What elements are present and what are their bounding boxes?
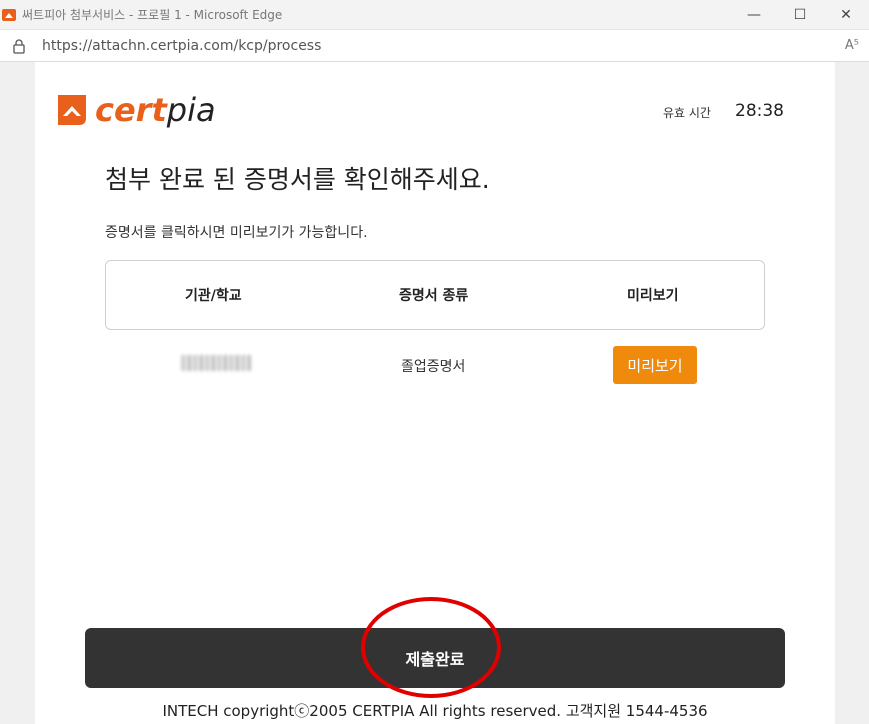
page-title: 첨부 완료 된 증명서를 확인해주세요. — [105, 165, 490, 194]
maximize-icon: ☐ — [793, 6, 807, 23]
certpia-logo-icon — [58, 95, 86, 125]
read-aloud-icon[interactable]: A⁵ — [845, 38, 859, 53]
certpia-app-icon — [2, 8, 16, 21]
window-title: 써트피아 첨부서비스 - 프로필 1 - Microsoft Edge — [22, 8, 283, 22]
lock-icon — [13, 38, 25, 54]
footer-copyright: INTECH copyrightⓒ2005 CERTPIA All rights… — [162, 702, 708, 720]
page-content: certpia 유효 시간 28:38 첨부 완료 된 증명서를 확인해주세요.… — [35, 62, 835, 724]
logo-text-pia: pia — [166, 91, 216, 129]
column-header-cert-type: 증명서 종류 — [399, 288, 469, 304]
url-field[interactable]: https://attachn.certpia.com/kcp/process — [42, 38, 845, 54]
certpia-logo: certpia — [55, 92, 216, 128]
column-header-institution: 기관/학교 — [185, 288, 242, 304]
close-button[interactable]: ✕ — [823, 0, 869, 29]
close-icon: ✕ — [840, 6, 852, 23]
table-row: 졸업증명서 미리보기 — [105, 344, 765, 386]
logo-text-cert: cert — [95, 91, 167, 129]
validity-label: 유효 시간 — [663, 106, 711, 120]
validity-timer: 28:38 — [735, 101, 784, 121]
minimize-icon: — — [747, 6, 761, 23]
page-side-gutter — [835, 62, 869, 724]
maximize-button[interactable]: ☐ — [777, 0, 823, 29]
address-bar: https://attachn.certpia.com/kcp/process … — [0, 29, 869, 62]
column-header-preview: 미리보기 — [627, 288, 679, 304]
highlight-circle-annotation — [361, 597, 501, 698]
preview-button[interactable]: 미리보기 — [613, 346, 697, 384]
window-titlebar: 써트피아 첨부서비스 - 프로필 1 - Microsoft Edge — ☐ … — [0, 0, 869, 29]
table-header: 기관/학교 증명서 종류 미리보기 — [105, 260, 765, 330]
minimize-button[interactable]: — — [731, 0, 777, 29]
cert-type-cell[interactable]: 졸업증명서 — [401, 356, 465, 376]
redacted-institution-name — [181, 355, 251, 371]
instruction-text: 증명서를 클릭하시면 미리보기가 가능합니다. — [105, 225, 368, 241]
